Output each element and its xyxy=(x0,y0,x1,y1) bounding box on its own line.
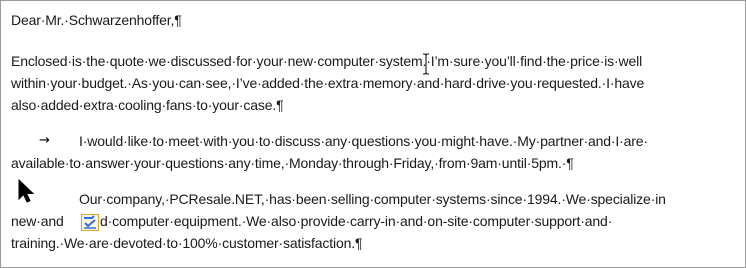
paragraph-3-line-2a: new·and xyxy=(11,213,64,229)
paragraph-2-line-2: available·to·answer·your·questions·any·t… xyxy=(11,155,574,171)
arrow-pointer-icon xyxy=(18,179,35,203)
i-beam-cursor-icon xyxy=(423,53,429,75)
paragraph-3-line-2b: d·computer·equipment.·We·also·provide·ca… xyxy=(100,213,613,229)
paragraph-1-line-3: also·added·extra·cooling·fans·to·your·ca… xyxy=(11,97,284,113)
paragraph-3-line-3: training.·We·are·devoted·to·100%·custome… xyxy=(11,235,363,251)
autocorrect-options-icon[interactable] xyxy=(81,214,99,231)
paragraph-1-line-1: Enclosed·is·the·quote·we·discussed·for·y… xyxy=(11,53,643,69)
tab-mark-icon: → xyxy=(39,133,50,148)
document-page[interactable]: Dear·Mr.·Schwarzenhoffer,¶ Enclosed·is·t… xyxy=(0,0,746,268)
paragraph-3-line-1: Our·company,·PCResale.NET,·has·been·sell… xyxy=(79,191,666,207)
salutation-line: Dear·Mr.·Schwarzenhoffer,¶ xyxy=(11,12,182,28)
paragraph-2-line-1: I·would·like·to·meet·with·you·to·discuss… xyxy=(79,133,648,149)
paragraph-1-line-2: within·your·budget.·As·you·can·see,·I’ve… xyxy=(11,75,645,91)
